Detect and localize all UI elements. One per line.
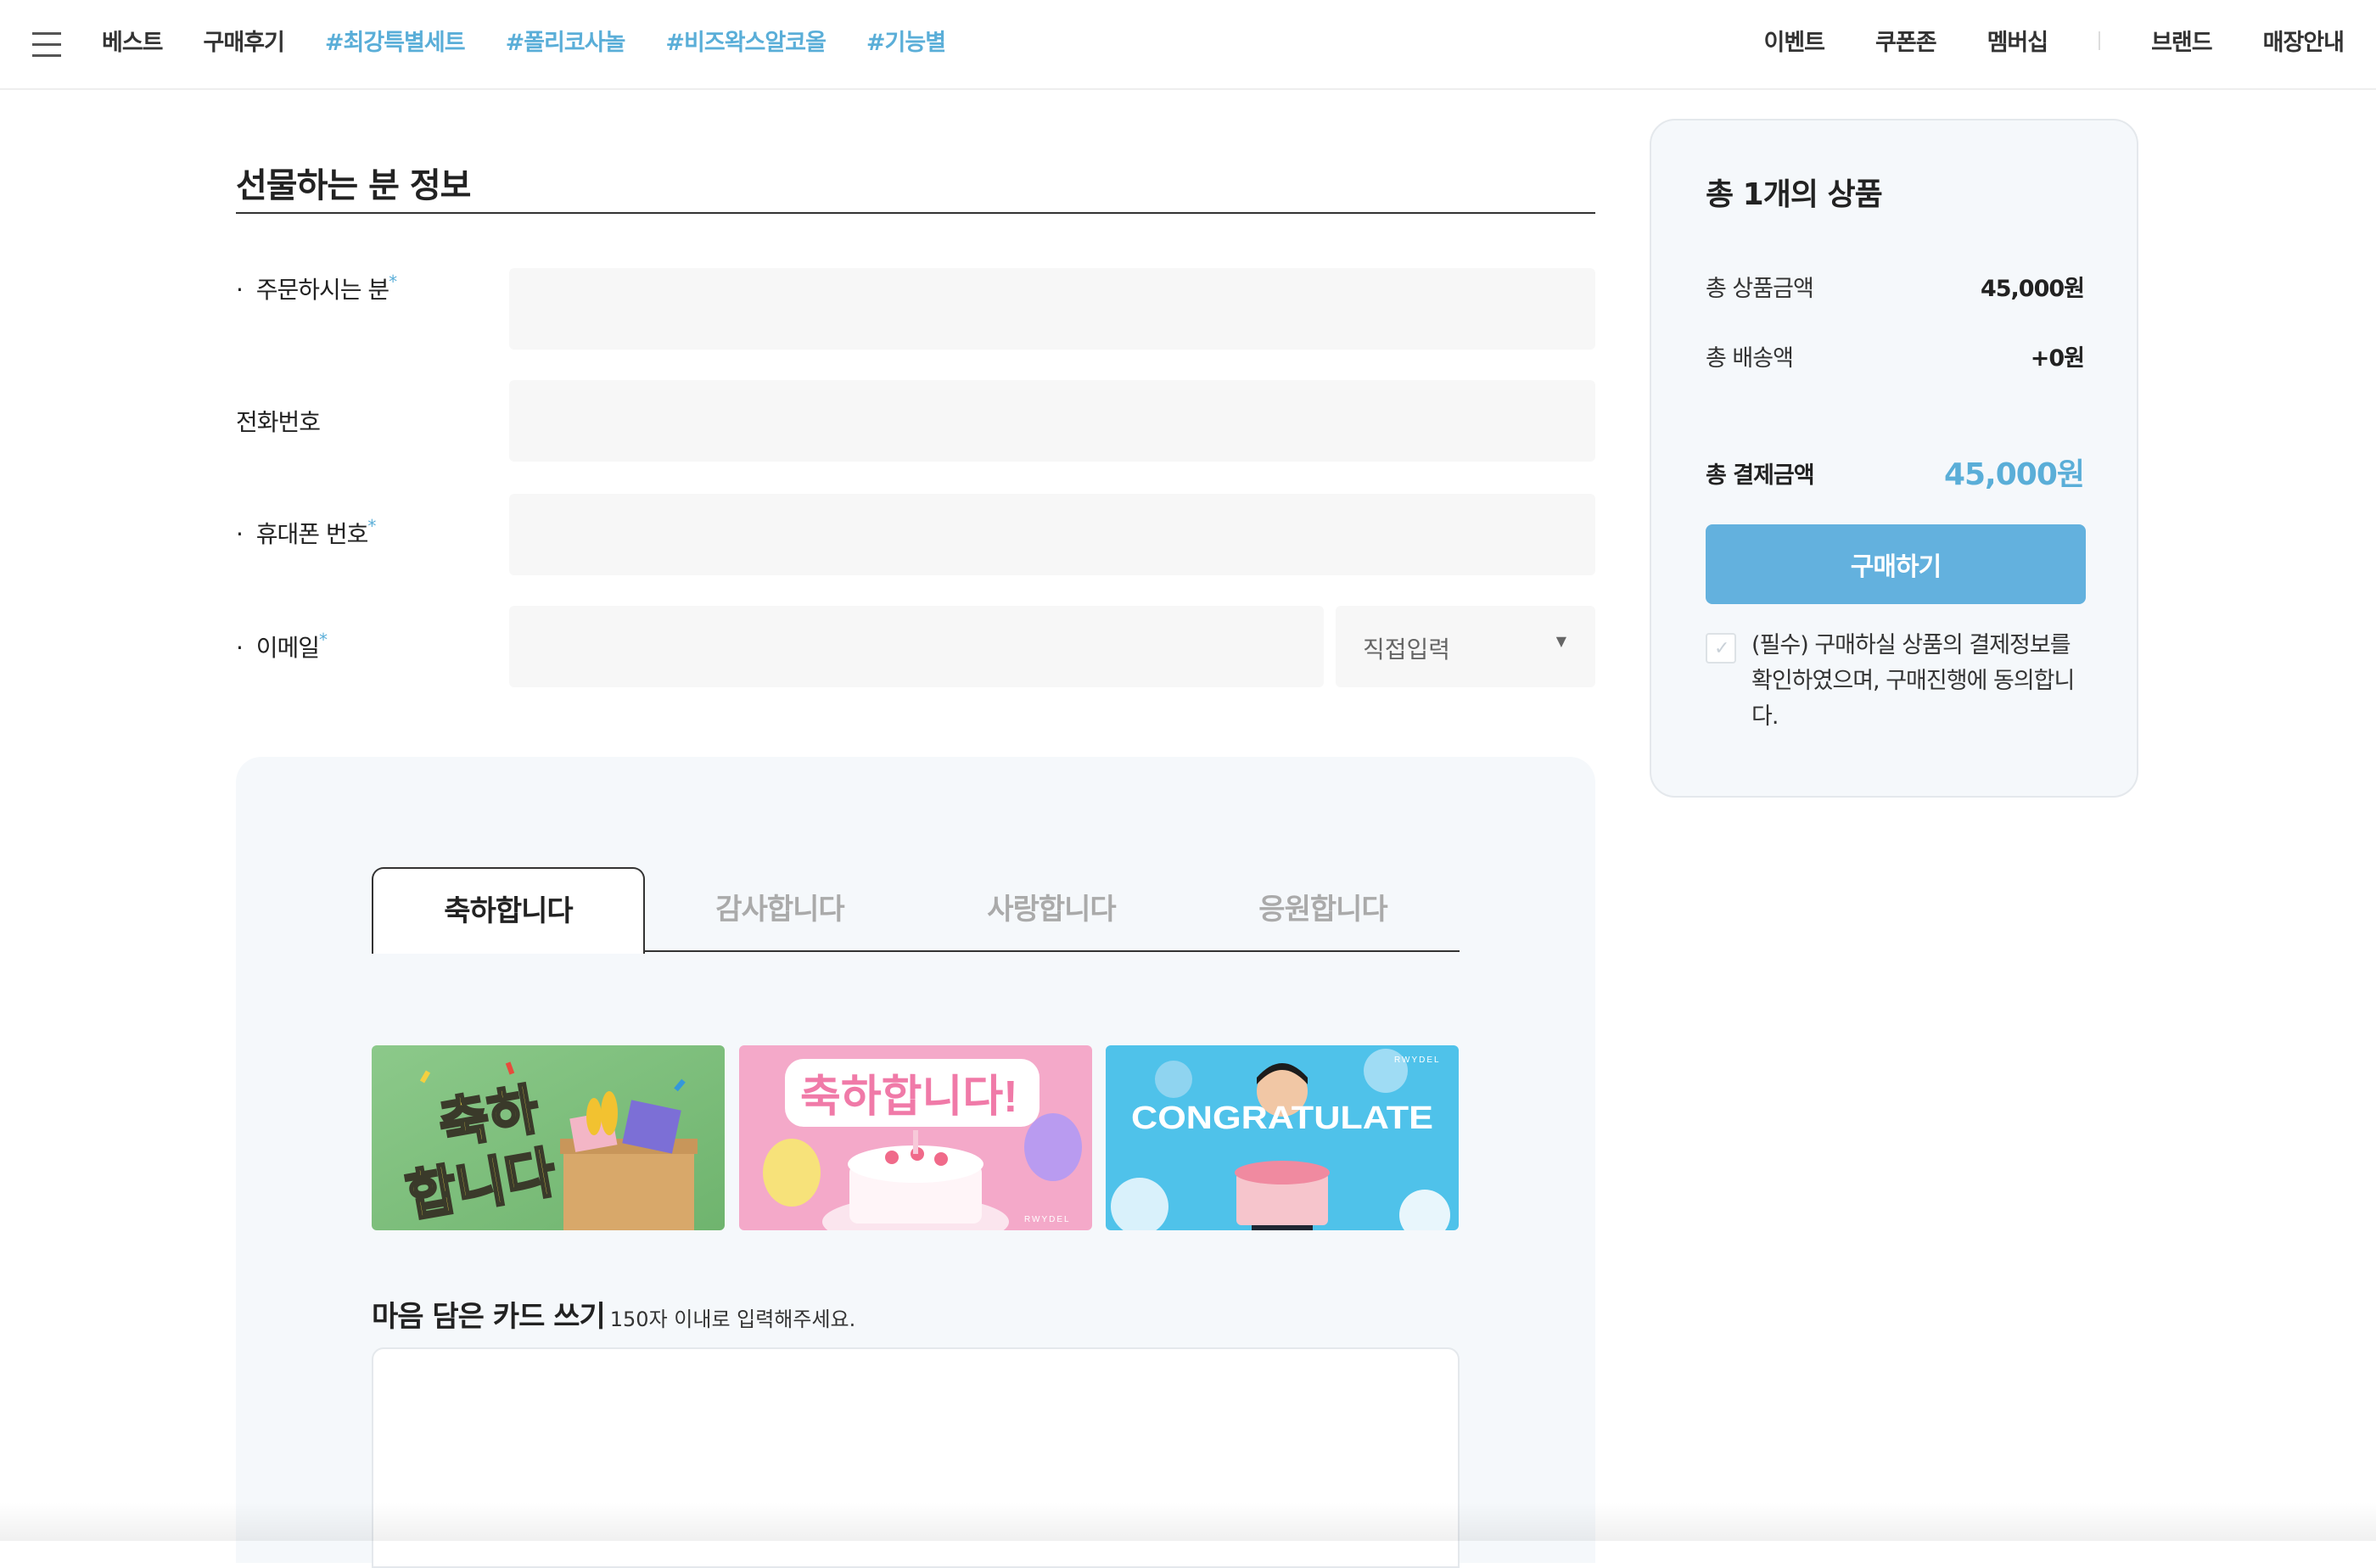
required-mark: *: [367, 516, 376, 536]
required-mark: *: [389, 272, 397, 292]
utility-menu: 이벤트 쿠폰존 멤버십 브랜드 매장안내: [1764, 24, 2345, 57]
thumb2-title: 축하합니다!: [800, 1072, 1018, 1122]
nav-brand[interactable]: 브랜드: [2151, 24, 2213, 57]
nav-best[interactable]: 베스트: [102, 24, 164, 57]
thumb3-title: CONGRATULATE: [1131, 1100, 1433, 1136]
tab-cheer[interactable]: 응원합니다: [1186, 867, 1460, 952]
mobile-label-text: 휴대폰 번호: [255, 520, 369, 548]
tab-love[interactable]: 사랑합니다: [915, 867, 1188, 952]
thumb3-brand: RWYDEL: [1394, 1056, 1441, 1065]
gift-card-image: 축하 합니다: [372, 1045, 725, 1230]
product-total-row: 총 상품금액 45,000원: [1706, 270, 2085, 303]
email-label: · 이메일*: [236, 630, 328, 662]
summary-title: 총 1개의 상품: [1706, 177, 1883, 212]
check-icon: ✓: [1714, 638, 1730, 659]
nav-divider: [2099, 31, 2101, 50]
shipping-value: +0원: [2030, 345, 2085, 372]
email-label-text: 이메일: [255, 634, 320, 662]
nav-tag-policosanol[interactable]: #폴리코사놀: [506, 24, 626, 57]
chevron-down-icon: ▼: [1555, 633, 1566, 649]
email-domain-select[interactable]: 직접입력 ▼: [1336, 606, 1595, 687]
tab-congrats[interactable]: 축하합니다: [372, 867, 645, 954]
nav-tag-beeswax[interactable]: #비즈왁스알코올: [665, 24, 827, 57]
shipping-label: 총 배송액: [1706, 345, 1794, 372]
card-write-heading: 마음 담은 카드 쓰기 150자 이내로 입력해주세요.: [372, 1293, 855, 1335]
thumb2-brand: RWYDEL: [1024, 1215, 1071, 1224]
payment-total-value: 45,000원: [1943, 457, 2085, 492]
card-tabs: 축하합니다 감사합니다 사랑합니다 응원합니다: [372, 867, 1460, 954]
product-total-value: 45,000원: [1980, 276, 2085, 302]
card-heading-hint: 150자 이내로 입력해주세요.: [609, 1308, 856, 1331]
top-navigation: 베스트 구매후기 #최강특별세트 #폴리코사놀 #비즈왁스알코올 #기능별 이벤…: [0, 0, 2376, 90]
nav-tag-special-set[interactable]: #최강특별세트: [325, 24, 466, 57]
email-domain-value: 직접입력: [1363, 636, 1451, 664]
cake-card-image: 축하합니다! RWYDEL: [739, 1045, 1092, 1230]
congratulate-card-image: CONGRATULATE RWYDEL: [1106, 1045, 1459, 1230]
nav-reviews[interactable]: 구매후기: [204, 24, 285, 57]
phone-input[interactable]: [509, 380, 1595, 462]
nav-event[interactable]: 이벤트: [1764, 24, 1826, 57]
card-thumbnail-2[interactable]: 축하합니다! RWYDEL: [739, 1045, 1092, 1230]
nav-store[interactable]: 매장안내: [2263, 24, 2345, 57]
card-thumbnail-1[interactable]: 축하 합니다: [372, 1045, 725, 1230]
agree-checkbox[interactable]: ✓: [1706, 633, 1736, 664]
required-mark: *: [318, 630, 328, 650]
bottom-bar-shadow: [0, 1502, 2376, 1541]
nav-tag-function[interactable]: #기능별: [866, 24, 946, 57]
product-total-label: 총 상품금액: [1706, 276, 1814, 302]
payment-total-label: 총 결제금액: [1706, 462, 1815, 489]
buy-button[interactable]: 구매하기: [1706, 524, 2086, 604]
agree-text: (필수) 구매하실 상품의 결제정보를 확인하였으며, 구매진행에 동의합니다.: [1751, 632, 2075, 730]
email-input[interactable]: [509, 606, 1324, 687]
nav-membership[interactable]: 멤버십: [1987, 24, 2049, 57]
orderer-label: · 주문하시는 분*: [236, 272, 397, 304]
orderer-label-text: 주문하시는 분: [255, 276, 389, 304]
tab-thanks[interactable]: 감사합니다: [643, 867, 916, 952]
section-title: 선물하는 분 정보: [236, 166, 471, 205]
orderer-input[interactable]: [509, 268, 1595, 350]
phone-label: 전화번호: [236, 408, 321, 436]
main-menu: 베스트 구매후기 #최강특별세트 #폴리코사놀 #비즈왁스알코올 #기능별: [102, 24, 946, 57]
section-divider: [236, 212, 1595, 214]
card-thumbnail-3[interactable]: CONGRATULATE RWYDEL: [1106, 1045, 1459, 1230]
card-heading-title: 마음 담은 카드 쓰기: [372, 1300, 606, 1334]
mobile-input[interactable]: [509, 494, 1595, 575]
payment-total-row: 총 결제금액 45,000원: [1706, 456, 2085, 492]
shipping-row: 총 배송액 +0원: [1706, 339, 2085, 372]
mobile-label: · 휴대폰 번호*: [236, 516, 376, 548]
menu-icon[interactable]: [32, 31, 61, 58]
order-summary: 총 1개의 상품 총 상품금액 45,000원 총 배송액 +0원 총 결제금액…: [1650, 119, 2138, 798]
nav-coupon[interactable]: 쿠폰존: [1875, 24, 1937, 57]
